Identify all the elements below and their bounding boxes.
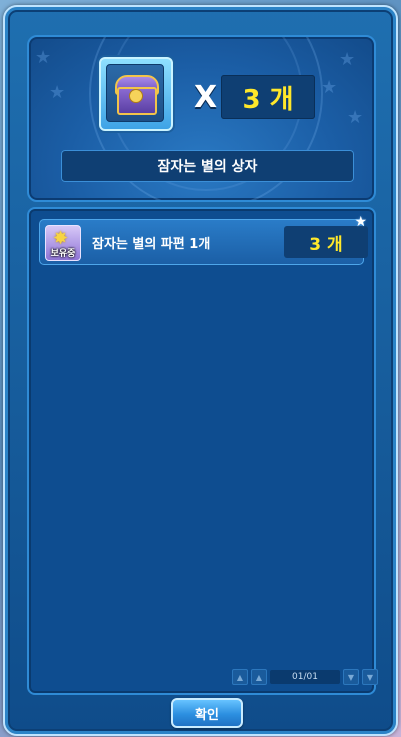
background-star-icon: ★ <box>339 49 356 70</box>
background-star-icon: ★ <box>321 77 338 98</box>
reward-window: ★ ★ ★ ★ ★ X 3 개 잠자는 별의 상자 ✸ 보유중 잠자는 별의 파… <box>3 5 398 736</box>
reward-count: 3 개 <box>221 75 315 119</box>
reward-summary-panel: ★ ★ ★ ★ ★ X 3 개 잠자는 별의 상자 <box>27 35 376 202</box>
list-item-name: 잠자는 별의 파편 1개 <box>92 237 211 252</box>
reward-list-panel: ✸ 보유중 잠자는 별의 파편 1개 3 개 ★ ▲ ▲ 01/01 ▼ ▼ <box>27 207 378 695</box>
reward-item-slot[interactable] <box>99 57 173 131</box>
last-page-button[interactable]: ▼ <box>362 669 378 685</box>
list-item[interactable]: ✸ 보유중 잠자는 별의 파편 1개 3 개 ★ <box>39 214 368 265</box>
owned-tag: 보유중 <box>50 249 76 259</box>
treasure-chest-icon <box>106 64 164 122</box>
multiplier-symbol: X <box>194 80 218 115</box>
prev-page-button[interactable]: ▲ <box>251 669 267 685</box>
reward-item-name: 잠자는 별의 상자 <box>61 150 354 182</box>
background-star-icon: ★ <box>347 107 364 128</box>
next-page-button[interactable]: ▼ <box>343 669 359 685</box>
pagination: ▲ ▲ 01/01 ▼ ▼ <box>232 669 378 685</box>
background-star-icon: ★ <box>49 82 66 103</box>
background-star-icon: ★ <box>35 47 52 68</box>
star-fragment-icon: ✸ 보유중 <box>45 225 81 261</box>
first-page-button[interactable]: ▲ <box>232 669 248 685</box>
confirm-button[interactable]: 확인 <box>171 698 243 728</box>
page-indicator: 01/01 <box>270 670 340 684</box>
list-item-count: 3 개 <box>284 226 368 258</box>
corner-star-icon: ★ <box>354 214 367 230</box>
